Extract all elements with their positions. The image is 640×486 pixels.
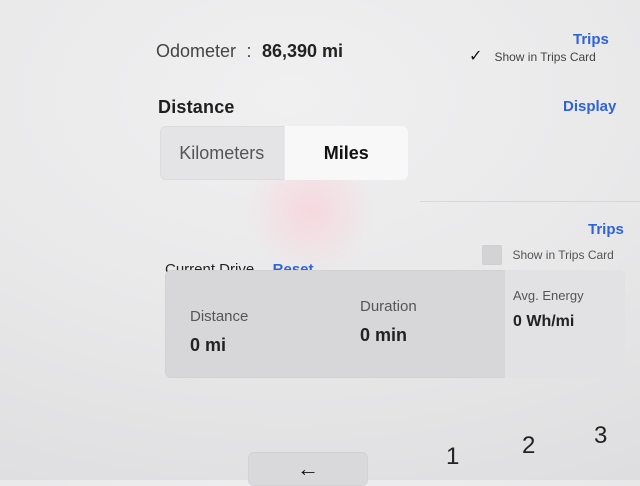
stat-duration-value: 0 min [360,325,408,345]
page-3-button[interactable]: 3 [594,422,607,450]
back-button[interactable]: ← [248,452,368,486]
trips-link-current-drive[interactable]: Trips [588,221,624,238]
show-in-trips-card-top[interactable]: Show in Trips Card [468,46,596,66]
distance-units-segmented-control[interactable]: Kilometers Miles [160,126,408,180]
checkbox-checked-icon[interactable] [468,46,484,66]
stat-distance-label: Distance [190,308,249,325]
show-in-trips-card-current-drive[interactable]: Show in Trips Card [482,245,614,265]
show-in-trips-card-top-label: Show in Trips Card [494,50,596,64]
show-in-trips-card-current-drive-label: Show in Trips Card [512,248,614,263]
odometer-separator: : [246,41,252,61]
back-arrow-icon: ← [297,456,319,481]
checkbox-unchecked-icon[interactable] [482,245,502,265]
section-divider [420,201,640,202]
stat-avg-energy-value: 0 Wh/mi [513,313,575,330]
odometer-value: 86,390 mi [261,41,344,61]
distance-title: Distance [158,97,235,117]
stat-avg-energy-label: Avg. Energy [513,288,584,303]
page-1-button[interactable]: 1 [446,443,459,471]
stat-duration-label: Duration [360,298,417,315]
stat-distance: Distance 0 mi [190,270,340,378]
stat-duration: Duration 0 min [360,270,510,378]
odometer-row: Odometer : 86,390 mi [156,41,343,62]
current-drive-stats-card: Distance 0 mi Duration 0 min Avg. Energy… [165,270,625,378]
stat-avg-energy: Avg. Energy 0 Wh/mi [505,270,625,378]
display-link[interactable]: Display [563,98,616,115]
page-2-button[interactable]: 2 [522,432,535,460]
units-option-miles[interactable]: Miles [283,126,408,180]
trips-link-top[interactable]: Trips [573,31,609,48]
units-option-kilometers[interactable]: Kilometers [160,126,284,180]
stat-distance-value: 0 mi [190,335,227,355]
odometer-label: Odometer [156,41,237,61]
